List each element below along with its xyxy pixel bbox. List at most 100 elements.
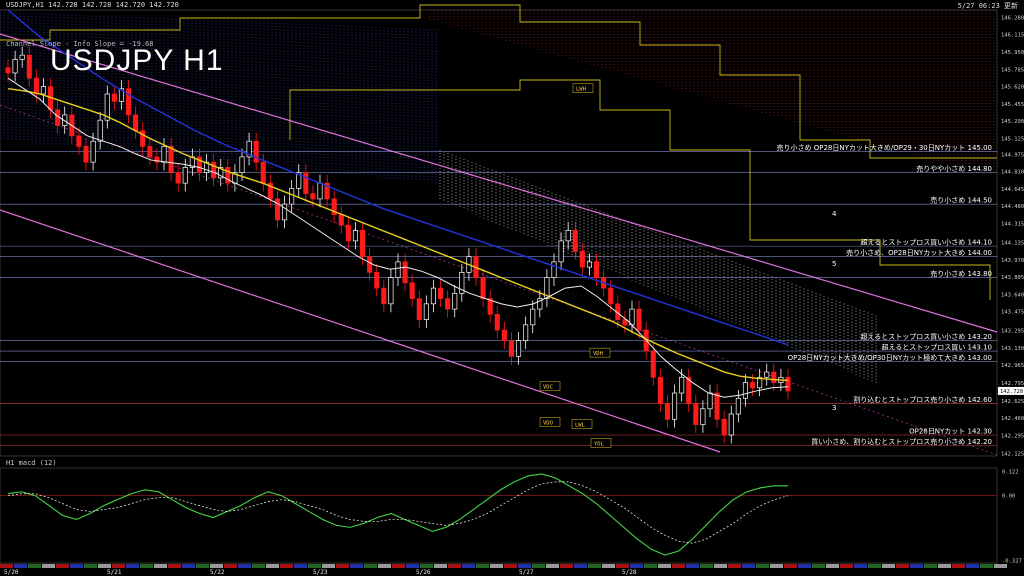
side-mark: 3 (832, 404, 836, 412)
price-tick-label: 146.280 (1001, 15, 1024, 21)
date-label: 5/20 (4, 569, 19, 576)
date-axis: 5/20 5/21 5/22 5/23 5/26 5/27 5/28 (0, 564, 1007, 576)
candle-body (700, 408, 706, 425)
candle-body (445, 298, 451, 310)
session-strip-cell (952, 564, 965, 568)
session-strip-cell (896, 564, 909, 568)
price-tick-label: 142.295 (1001, 434, 1024, 440)
candle-body (409, 282, 415, 299)
level-tag-label: VDO (543, 420, 553, 426)
candle-body (565, 230, 571, 242)
candle-body (125, 88, 132, 116)
session-strip-cell (434, 564, 447, 568)
candle-body (728, 413, 734, 436)
chart-title: USDJPY H1 (50, 44, 224, 77)
session-strip-cell (560, 564, 573, 568)
session-strip-cell (406, 564, 419, 568)
session-strip-cell (546, 564, 559, 568)
price-tick-label: 145.290 (1001, 119, 1024, 125)
candle-body (76, 135, 82, 147)
session-strip-cell (14, 564, 27, 568)
session-strip-cell (602, 564, 615, 568)
candle-body (423, 303, 429, 320)
price-tick-label: 142.625 (1001, 399, 1024, 405)
candle-body (657, 376, 663, 404)
price-tick-label: 145.950 (1001, 50, 1024, 56)
candle-body (508, 340, 515, 357)
session-strip-cell (630, 564, 643, 568)
candle-body (367, 256, 373, 273)
candle-body (430, 287, 437, 305)
session-strip-cell (686, 564, 699, 568)
level-tag-label: YDL (594, 441, 605, 447)
price-tick-label: 143.805 (1001, 275, 1024, 281)
price-level-label: 売り小さめ 143.80 (930, 269, 992, 278)
candle-body (395, 261, 401, 278)
candle-body (338, 214, 344, 226)
candle-body (437, 287, 444, 299)
session-strip-cell (154, 564, 167, 568)
session-strip-cell (672, 564, 685, 568)
chart-canvas: 売り小さめ OP28日NYカット大きめ/OP29・30日NYカット 145.00… (0, 4, 1024, 576)
candle-body (558, 240, 564, 263)
price-level-label: 超えるとストップロス買い 143.10 (881, 343, 992, 352)
session-strip-cell (252, 564, 265, 568)
price-tick-label: 145.785 (1001, 67, 1024, 73)
candle-body (480, 277, 486, 299)
candle-body (345, 224, 351, 242)
candle-body (742, 382, 749, 399)
side-mark: 4 (832, 210, 837, 218)
channel-upper-line (0, 33, 998, 333)
price-levels: 売り小さめ OP28日NYカット大きめ/OP29・30日NYカット 145.00… (0, 143, 997, 446)
price-tick-label: 144.810 (1001, 170, 1024, 176)
session-strip-cell (644, 564, 657, 568)
macd-panel: 0.122 0.00 -0.327 (0, 470, 1022, 564)
candle-body (749, 382, 756, 389)
candle-body (33, 77, 39, 95)
update-timestamp: 5/27 06:23 更新 (957, 2, 1018, 10)
candle-body (785, 376, 791, 392)
candle-body (586, 261, 593, 268)
session-strip-cell (784, 564, 797, 568)
price-tick-label: 146.115 (1001, 33, 1024, 39)
price-level-label: OP28日NYカット 142.30 (909, 428, 992, 436)
session-strip-cell (616, 564, 629, 568)
session-strip-cell (476, 564, 489, 568)
session-strip-cell (378, 564, 391, 568)
price-tick-label: 144.645 (1001, 187, 1024, 193)
session-strip-cell (392, 564, 405, 568)
candle-body (289, 188, 295, 205)
price-tick-label: 145.455 (1001, 102, 1024, 108)
candle-body (90, 140, 96, 163)
macd-tick-label: -0.327 (1002, 558, 1022, 564)
candle-body (239, 156, 245, 174)
candle-body (608, 287, 614, 305)
candle-body (515, 340, 522, 357)
price-tick-label: 142.125 (1001, 451, 1024, 457)
session-strip-cell (420, 564, 433, 568)
session-strip-cell (518, 564, 531, 568)
session-strip-cell (854, 564, 867, 568)
session-strip-cell (280, 564, 293, 568)
session-strip-cell (994, 564, 1007, 568)
session-strip-cell (574, 564, 587, 568)
candle-body (40, 86, 47, 95)
price-tick-label: 142.795 (1001, 381, 1024, 387)
session-strip-cell (224, 564, 237, 568)
price-tick-label: 143.295 (1001, 329, 1024, 335)
level-tag-label: VDH (593, 351, 603, 357)
candle-body (310, 193, 316, 200)
candle-body (650, 350, 656, 378)
price-level-label: 売りやや小さめ 144.80 (916, 164, 992, 173)
level-tag-label: LWH (576, 87, 586, 93)
session-strip-cell (728, 564, 741, 568)
date-label: 5/28 (622, 569, 637, 576)
candle-body (416, 298, 422, 320)
candle-body (402, 261, 408, 284)
session-strip-cell (882, 564, 895, 568)
candle-body (317, 182, 323, 200)
session-strip-cell (350, 564, 363, 568)
candle-body (253, 140, 259, 163)
session-strip-cell (336, 564, 349, 568)
session-strip-cell (140, 564, 153, 568)
